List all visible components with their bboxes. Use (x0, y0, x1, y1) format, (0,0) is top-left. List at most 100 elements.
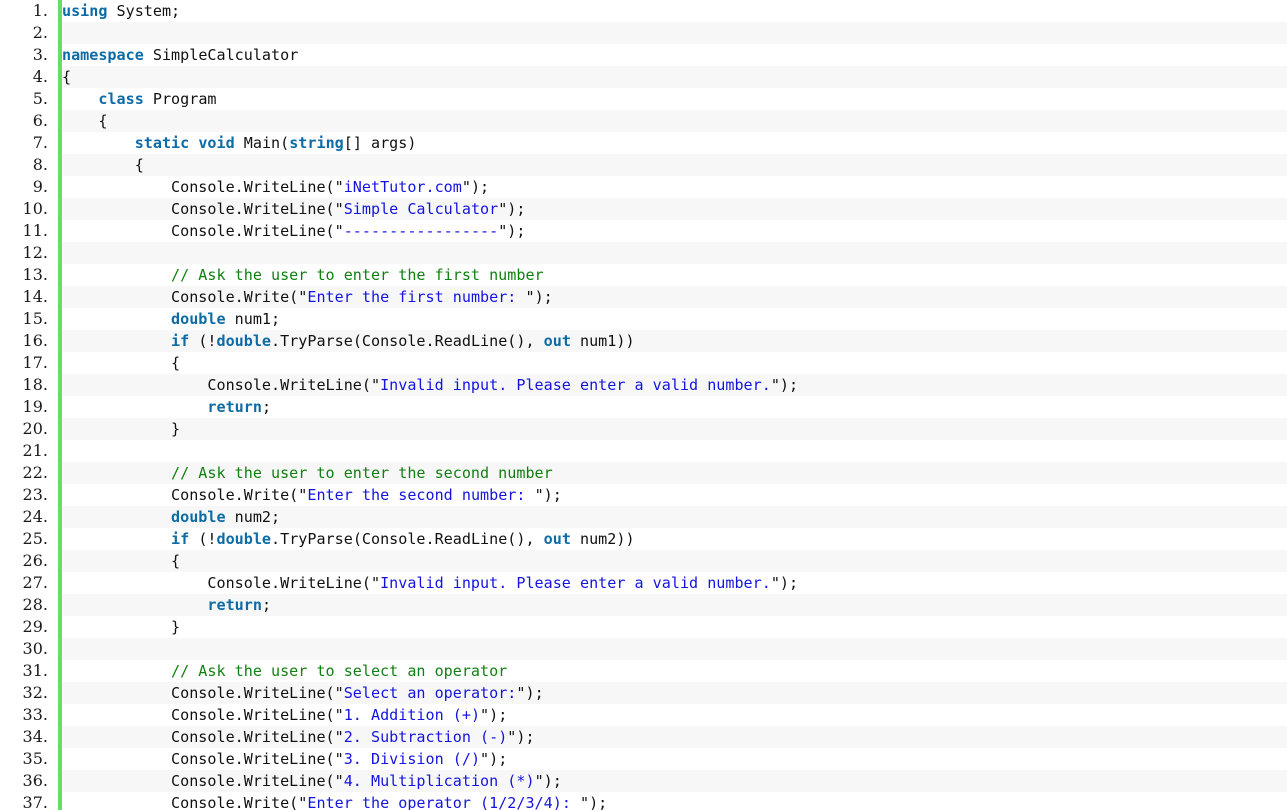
code-line-text[interactable]: Console.WriteLine("2. Subtraction (-)"); (62, 726, 1287, 748)
code-line[interactable]: 24. double num2; (0, 506, 1287, 528)
plain-token: Console.WriteLine( (62, 750, 335, 768)
code-line[interactable]: 4.{ (0, 66, 1287, 88)
code-line-text[interactable]: } (62, 418, 1287, 440)
code-line-text[interactable]: class Program (62, 88, 1287, 110)
punctuation-token: " (461, 178, 471, 196)
plain-token: .TryParse(Console.ReadLine(), (271, 530, 544, 548)
code-line-text[interactable]: { (62, 550, 1287, 572)
code-line-text[interactable]: Console.WriteLine("iNetTutor.com"); (62, 176, 1287, 198)
code-line[interactable]: 29. } (0, 616, 1287, 638)
code-line[interactable]: 1. using System; (0, 0, 1287, 22)
code-line[interactable]: 13. // Ask the user to enter the first n… (0, 264, 1287, 286)
code-line-list: 1. using System; 2. 3. namespace SimpleCalc… (0, 0, 1287, 810)
code-line[interactable]: 10. Console.WriteLine("Simple Calculator… (0, 198, 1287, 220)
code-line[interactable]: 33. Console.WriteLine("1. Addition (+)")… (0, 704, 1287, 726)
code-line-text[interactable]: Console.WriteLine("3. Division (/)"); (62, 748, 1287, 770)
punctuation-token: " (334, 772, 344, 790)
code-line[interactable]: 28. return; (0, 594, 1287, 616)
code-line-text[interactable]: Console.Write("Enter the first number: "… (62, 286, 1287, 308)
code-line[interactable]: 12. (0, 242, 1287, 264)
code-viewer[interactable]: 1. using System; 2. 3. namespace SimpleCalc… (0, 0, 1287, 810)
line-number: 36. (0, 770, 58, 792)
comment-token: // Ask the user to enter the second numb… (171, 464, 553, 482)
code-line-text[interactable]: // Ask the user to select an operator (62, 660, 1287, 682)
code-line[interactable]: 15. double num1; (0, 308, 1287, 330)
punctuation-token: " (498, 200, 508, 218)
code-line-text[interactable]: Console.WriteLine("Select an operator:")… (62, 682, 1287, 704)
code-line[interactable]: 11. Console.WriteLine("-----------------… (0, 220, 1287, 242)
code-line[interactable]: 7. static void Main(string[] args) (0, 132, 1287, 154)
code-line-text[interactable]: Console.WriteLine("Invalid input. Please… (62, 374, 1287, 396)
punctuation-token: " (334, 728, 344, 746)
line-number: 10. (0, 198, 58, 220)
code-line-text[interactable] (62, 638, 1287, 660)
line-number: 15. (0, 308, 58, 330)
keyword-token: double (216, 530, 272, 548)
code-line-text[interactable]: Console.WriteLine("4. Multiplication (*)… (62, 770, 1287, 792)
code-line[interactable]: 2. (0, 22, 1287, 44)
string-token: iNetTutor.com (343, 178, 462, 196)
code-line[interactable]: 36. Console.WriteLine("4. Multiplication… (0, 770, 1287, 792)
plain-token: num1)) (570, 332, 635, 350)
plain-token: ); (589, 794, 608, 810)
code-line-text[interactable]: { (62, 66, 1287, 88)
code-line[interactable]: 27. Console.WriteLine("Invalid input. Pl… (0, 572, 1287, 594)
code-line[interactable]: 19. return; (0, 396, 1287, 418)
code-line[interactable]: 16. if (!double.TryParse(Console.ReadLin… (0, 330, 1287, 352)
code-line[interactable]: 8. { (0, 154, 1287, 176)
code-line-text[interactable]: Console.WriteLine("Simple Calculator"); (62, 198, 1287, 220)
code-line[interactable]: 25. if (!double.TryParse(Console.ReadLin… (0, 528, 1287, 550)
code-line[interactable]: 34. Console.WriteLine("2. Subtraction (-… (0, 726, 1287, 748)
code-line-text[interactable] (62, 242, 1287, 264)
line-number: 19. (0, 396, 58, 418)
code-line-text[interactable] (62, 22, 1287, 44)
code-line[interactable]: 37. Console.Write("Enter the operator (1… (0, 792, 1287, 810)
code-line-text[interactable]: { (62, 110, 1287, 132)
code-line-text[interactable]: // Ask the user to enter the second numb… (62, 462, 1287, 484)
code-line[interactable]: 31. // Ask the user to select an operato… (0, 660, 1287, 682)
code-line[interactable]: 23. Console.Write("Enter the second numb… (0, 484, 1287, 506)
code-line-text[interactable]: Console.WriteLine("Invalid input. Please… (62, 572, 1287, 594)
code-line[interactable]: 20. } (0, 418, 1287, 440)
code-line[interactable]: 9. Console.WriteLine("iNetTutor.com"); (0, 176, 1287, 198)
code-line-text[interactable]: namespace SimpleCalculator (62, 44, 1287, 66)
code-line-text[interactable]: { (62, 352, 1287, 374)
code-line-text[interactable]: static void Main(string[] args) (62, 132, 1287, 154)
keyword-token: double (216, 332, 272, 350)
code-line-text[interactable]: using System; (62, 0, 1287, 22)
plain-token: Console.WriteLine( (62, 376, 371, 394)
code-line[interactable]: 26. { (0, 550, 1287, 572)
code-line[interactable]: 21. (0, 440, 1287, 462)
code-line[interactable]: 5. class Program (0, 88, 1287, 110)
comment-token: // Ask the user to select an operator (171, 662, 508, 680)
code-line-text[interactable]: Console.Write("Enter the operator (1/2/3… (62, 792, 1287, 810)
code-line-text[interactable]: Console.WriteLine("-----------------"); (62, 220, 1287, 242)
plain-token: .TryParse(Console.ReadLine(), (271, 332, 544, 350)
code-line-text[interactable]: } (62, 616, 1287, 638)
code-line-text[interactable]: return; (62, 594, 1287, 616)
code-line[interactable]: 30. (0, 638, 1287, 660)
code-line[interactable]: 6. { (0, 110, 1287, 132)
code-line[interactable]: 18. Console.WriteLine("Invalid input. Pl… (0, 374, 1287, 396)
plain-token: ); (507, 222, 526, 240)
code-line-text[interactable]: { (62, 154, 1287, 176)
plain-token: Console.WriteLine( (62, 684, 335, 702)
code-line-text[interactable]: double num1; (62, 308, 1287, 330)
code-line-text[interactable]: Console.Write("Enter the second number: … (62, 484, 1287, 506)
code-line[interactable]: 14. Console.Write("Enter the first numbe… (0, 286, 1287, 308)
code-line-text[interactable]: // Ask the user to enter the first numbe… (62, 264, 1287, 286)
code-line[interactable]: 3. namespace SimpleCalculator (0, 44, 1287, 66)
code-line[interactable]: 35. Console.WriteLine("3. Division (/)")… (0, 748, 1287, 770)
code-line-text[interactable]: return; (62, 396, 1287, 418)
plain-token: ); (470, 178, 490, 196)
code-line[interactable]: 32. Console.WriteLine("Select an operato… (0, 682, 1287, 704)
code-line-text[interactable]: Console.WriteLine("1. Addition (+)"); (62, 704, 1287, 726)
code-line-text[interactable]: if (!double.TryParse(Console.ReadLine(),… (62, 528, 1287, 550)
code-line-text[interactable]: double num2; (62, 506, 1287, 528)
code-line-text[interactable]: if (!double.TryParse(Console.ReadLine(),… (62, 330, 1287, 352)
code-line[interactable]: 22. // Ask the user to enter the second … (0, 462, 1287, 484)
code-line-text[interactable] (62, 440, 1287, 462)
code-line[interactable]: 17. { (0, 352, 1287, 374)
